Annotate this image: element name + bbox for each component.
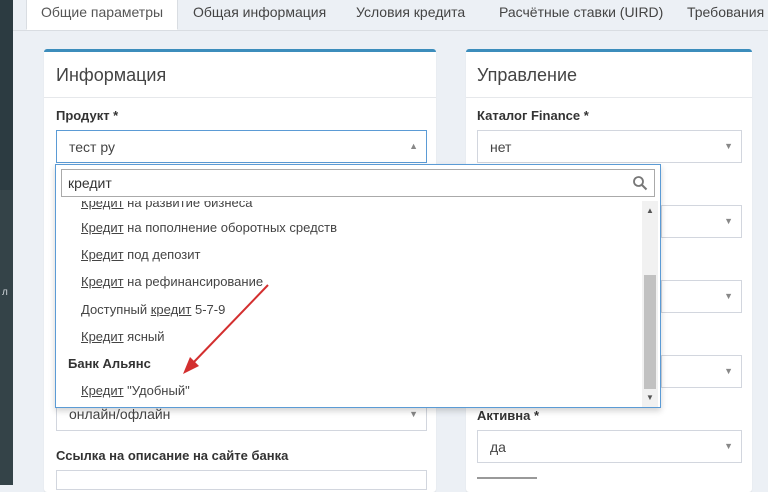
product-label: Продукт * (56, 108, 119, 123)
catalog-select[interactable]: нет ▼ (477, 130, 742, 163)
manage-panel-title: Управление (477, 65, 578, 85)
manage-panel-divider (466, 97, 752, 98)
sidebar-lower-section (0, 190, 13, 485)
tab-rates-uird[interactable]: Расчётные ставки (UIRD) (499, 0, 663, 30)
bank-link-input[interactable] (56, 470, 427, 490)
clipped-label-fragment (477, 477, 567, 485)
tab-general-info[interactable]: Общая информация (193, 0, 326, 30)
catalog-select-value: нет (490, 139, 512, 155)
manage-select-2[interactable]: ▼ (661, 205, 742, 238)
manage-select-3[interactable]: ▼ (661, 280, 742, 313)
dropdown-search[interactable]: кредит (61, 169, 655, 197)
tab-general-params[interactable]: Общие параметры (26, 0, 178, 30)
search-icon (633, 176, 648, 191)
tab-requirements[interactable]: Требования к (687, 0, 768, 30)
dropdown-option[interactable]: Кредит под депозит (81, 247, 200, 262)
dropdown-search-input[interactable]: кредит (68, 175, 112, 191)
scroll-up-icon[interactable]: ▲ (646, 206, 654, 215)
info-panel-divider (44, 97, 436, 98)
chevron-down-icon: ▼ (724, 366, 733, 376)
chevron-up-icon: ▲ (409, 141, 418, 151)
active-select-value: да (490, 439, 506, 455)
chevron-down-icon: ▼ (724, 291, 733, 301)
scrollbar-thumb[interactable] (644, 275, 656, 389)
product-dropdown: кредит Кредит на развитие бизнеса Кредит… (55, 164, 661, 408)
sidebar-strip: л (0, 0, 13, 485)
dropdown-option[interactable]: Кредит на пополнение оборотных средств (81, 220, 337, 235)
product-select-value: тест ру (69, 139, 115, 155)
tab-bar: Общие параметры Общая информация Условия… (13, 0, 768, 31)
product-select[interactable]: тест ру ▲ (56, 130, 427, 163)
chevron-down-icon: ▼ (724, 141, 733, 151)
active-select[interactable]: да ▼ (477, 430, 742, 463)
chevron-down-icon: ▼ (724, 441, 733, 451)
tab-credit-terms[interactable]: Условия кредита (356, 0, 465, 30)
dropdown-scrollbar[interactable]: ▲ ▼ (642, 201, 658, 407)
scroll-down-icon[interactable]: ▼ (646, 393, 654, 402)
dropdown-option[interactable]: Кредит ясный (81, 329, 165, 344)
dropdown-option[interactable]: Кредит на рефинансирование (81, 274, 263, 289)
dropdown-options: Кредит на развитие бизнеса Кредит на поп… (56, 201, 641, 407)
dropdown-option[interactable]: Кредит на развитие бизнеса (81, 201, 253, 210)
sidebar-edge-glyph: л (2, 287, 8, 298)
dropdown-group-label: Банк Альянс (68, 356, 151, 371)
active-label: Активна * (477, 408, 539, 423)
dropdown-option[interactable]: Доступный кредит 5-7-9 (81, 302, 225, 317)
chevron-down-icon: ▼ (724, 216, 733, 226)
bank-link-label: Ссылка на описание на сайте банка (56, 448, 289, 463)
chevron-down-icon: ▼ (409, 409, 418, 419)
manage-select-4[interactable]: ▼ (661, 355, 742, 388)
channel-select-value: онлайн/офлайн (69, 406, 171, 422)
catalog-label: Каталог Finance * (477, 108, 589, 123)
dropdown-option[interactable]: Кредит "Удобный" (81, 383, 190, 398)
info-panel-title: Информация (56, 65, 167, 85)
